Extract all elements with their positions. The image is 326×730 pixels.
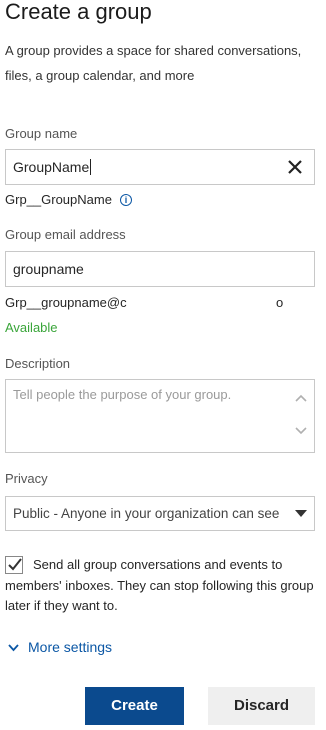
subscribe-label: Send all group conversations and events …	[5, 557, 314, 613]
group-name-label: Group name	[5, 126, 78, 141]
privacy-selected: Public - Anyone in your organization can…	[13, 506, 280, 521]
group-name-value: GroupName	[13, 159, 90, 175]
group-email-field[interactable]: groupname	[5, 251, 315, 287]
dropdown-arrow-icon	[295, 510, 307, 517]
discard-button[interactable]: Discard	[208, 687, 315, 725]
more-settings-label: More settings	[28, 639, 113, 655]
subscribe-checkbox[interactable]	[5, 556, 23, 574]
page-title: Create a group	[5, 0, 152, 24]
description-field[interactable]: Tell people the purpose of your group.	[5, 379, 315, 453]
group-email-preview-row: Grp__groupname@c o	[5, 295, 295, 310]
availability-status: Available	[5, 320, 58, 335]
more-settings-toggle[interactable]: More settings	[8, 639, 112, 655]
group-email-preview-suffix: o	[276, 295, 284, 310]
description-placeholder: Tell people the purpose of your group.	[13, 387, 232, 402]
subscribe-option: Send all group conversations and events …	[5, 555, 317, 617]
group-name-preview-row: Grp__GroupName i	[5, 192, 132, 207]
group-email-label: Group email address	[5, 227, 126, 242]
chevron-down-icon	[8, 639, 19, 655]
group-email-preview: Grp__groupname@c	[5, 295, 127, 310]
privacy-label: Privacy	[5, 471, 48, 486]
privacy-select[interactable]: Public - Anyone in your organization can…	[5, 496, 315, 531]
description-label: Description	[5, 356, 71, 371]
intro-text: A group provides a space for shared conv…	[5, 43, 302, 83]
group-name-field[interactable]: GroupName	[5, 149, 315, 185]
text-caret	[90, 159, 92, 175]
group-name-preview: Grp__GroupName	[5, 192, 112, 207]
create-button[interactable]: Create	[85, 687, 184, 725]
scrollbar-arrows[interactable]	[294, 392, 308, 444]
info-icon[interactable]: i	[119, 194, 132, 206]
group-email-value: groupname	[13, 261, 84, 277]
clear-icon[interactable]	[285, 157, 305, 177]
